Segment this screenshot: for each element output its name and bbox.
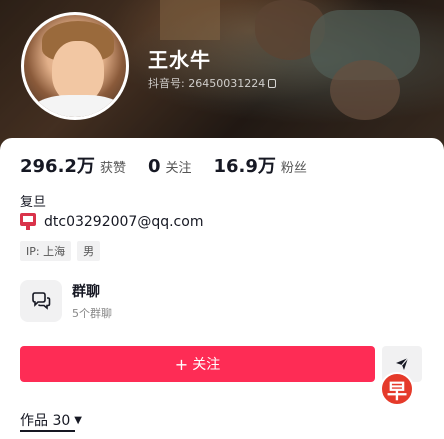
follow-button[interactable]: + 关注 <box>20 346 375 382</box>
works-tab[interactable]: 作品 30 ▼ <box>20 410 82 432</box>
ip-location-tag: IP: 上海 <box>20 241 72 261</box>
likes-stat: 296.2万 获赞 <box>20 152 126 178</box>
chat-bubbles-icon <box>32 292 51 310</box>
likes-count: 296.2万 <box>20 156 95 177</box>
likes-label: 获赞 <box>99 161 126 176</box>
bio-email-row: dtc03292007@qq.com <box>20 213 203 230</box>
following-label: 关注 <box>165 161 192 176</box>
followers-count: 16.9万 <box>213 156 276 177</box>
works-tab-underline <box>20 430 75 432</box>
copy-icon[interactable] <box>268 79 277 88</box>
watermark-logo: 早 <box>380 372 414 406</box>
send-icon <box>396 357 409 370</box>
works-tab-label: 作品 30 <box>20 413 71 429</box>
username: 王水牛 <box>148 48 211 72</box>
profile-card: 296.2万 获赞 0 关注 16.9万 粉丝 复旦 dtc03292007@q… <box>0 138 444 439</box>
bio-school: 复旦 <box>20 195 47 210</box>
group-chat-title: 群聊 <box>72 284 100 300</box>
following-count: 0 <box>147 156 161 177</box>
mailbox-icon <box>20 213 36 230</box>
group-chat-entry[interactable]: 群聊 5个群聊 <box>20 280 112 322</box>
avatar[interactable] <box>21 12 129 120</box>
plus-icon: + <box>174 354 189 374</box>
followers-stat[interactable]: 16.9万 粉丝 <box>214 152 307 178</box>
account-id-text: 抖音号: 26450031224 <box>148 77 266 90</box>
gender-tag: 男 <box>77 241 101 261</box>
group-chat-icon-box <box>20 280 62 322</box>
group-chat-count: 5个群聊 <box>72 307 112 320</box>
account-id[interactable]: 抖音号: 26450031224 <box>148 75 277 91</box>
bio-email: dtc03292007@qq.com <box>44 213 204 230</box>
followers-label: 粉丝 <box>280 161 307 176</box>
stats-row: 296.2万 获赞 0 关注 16.9万 粉丝 <box>20 152 329 178</box>
follow-button-label: 关注 <box>192 357 221 373</box>
following-stat[interactable]: 0 关注 <box>148 156 192 177</box>
profile-tags: IP: 上海 男 <box>20 241 106 261</box>
caret-down-icon: ▼ <box>74 414 82 426</box>
